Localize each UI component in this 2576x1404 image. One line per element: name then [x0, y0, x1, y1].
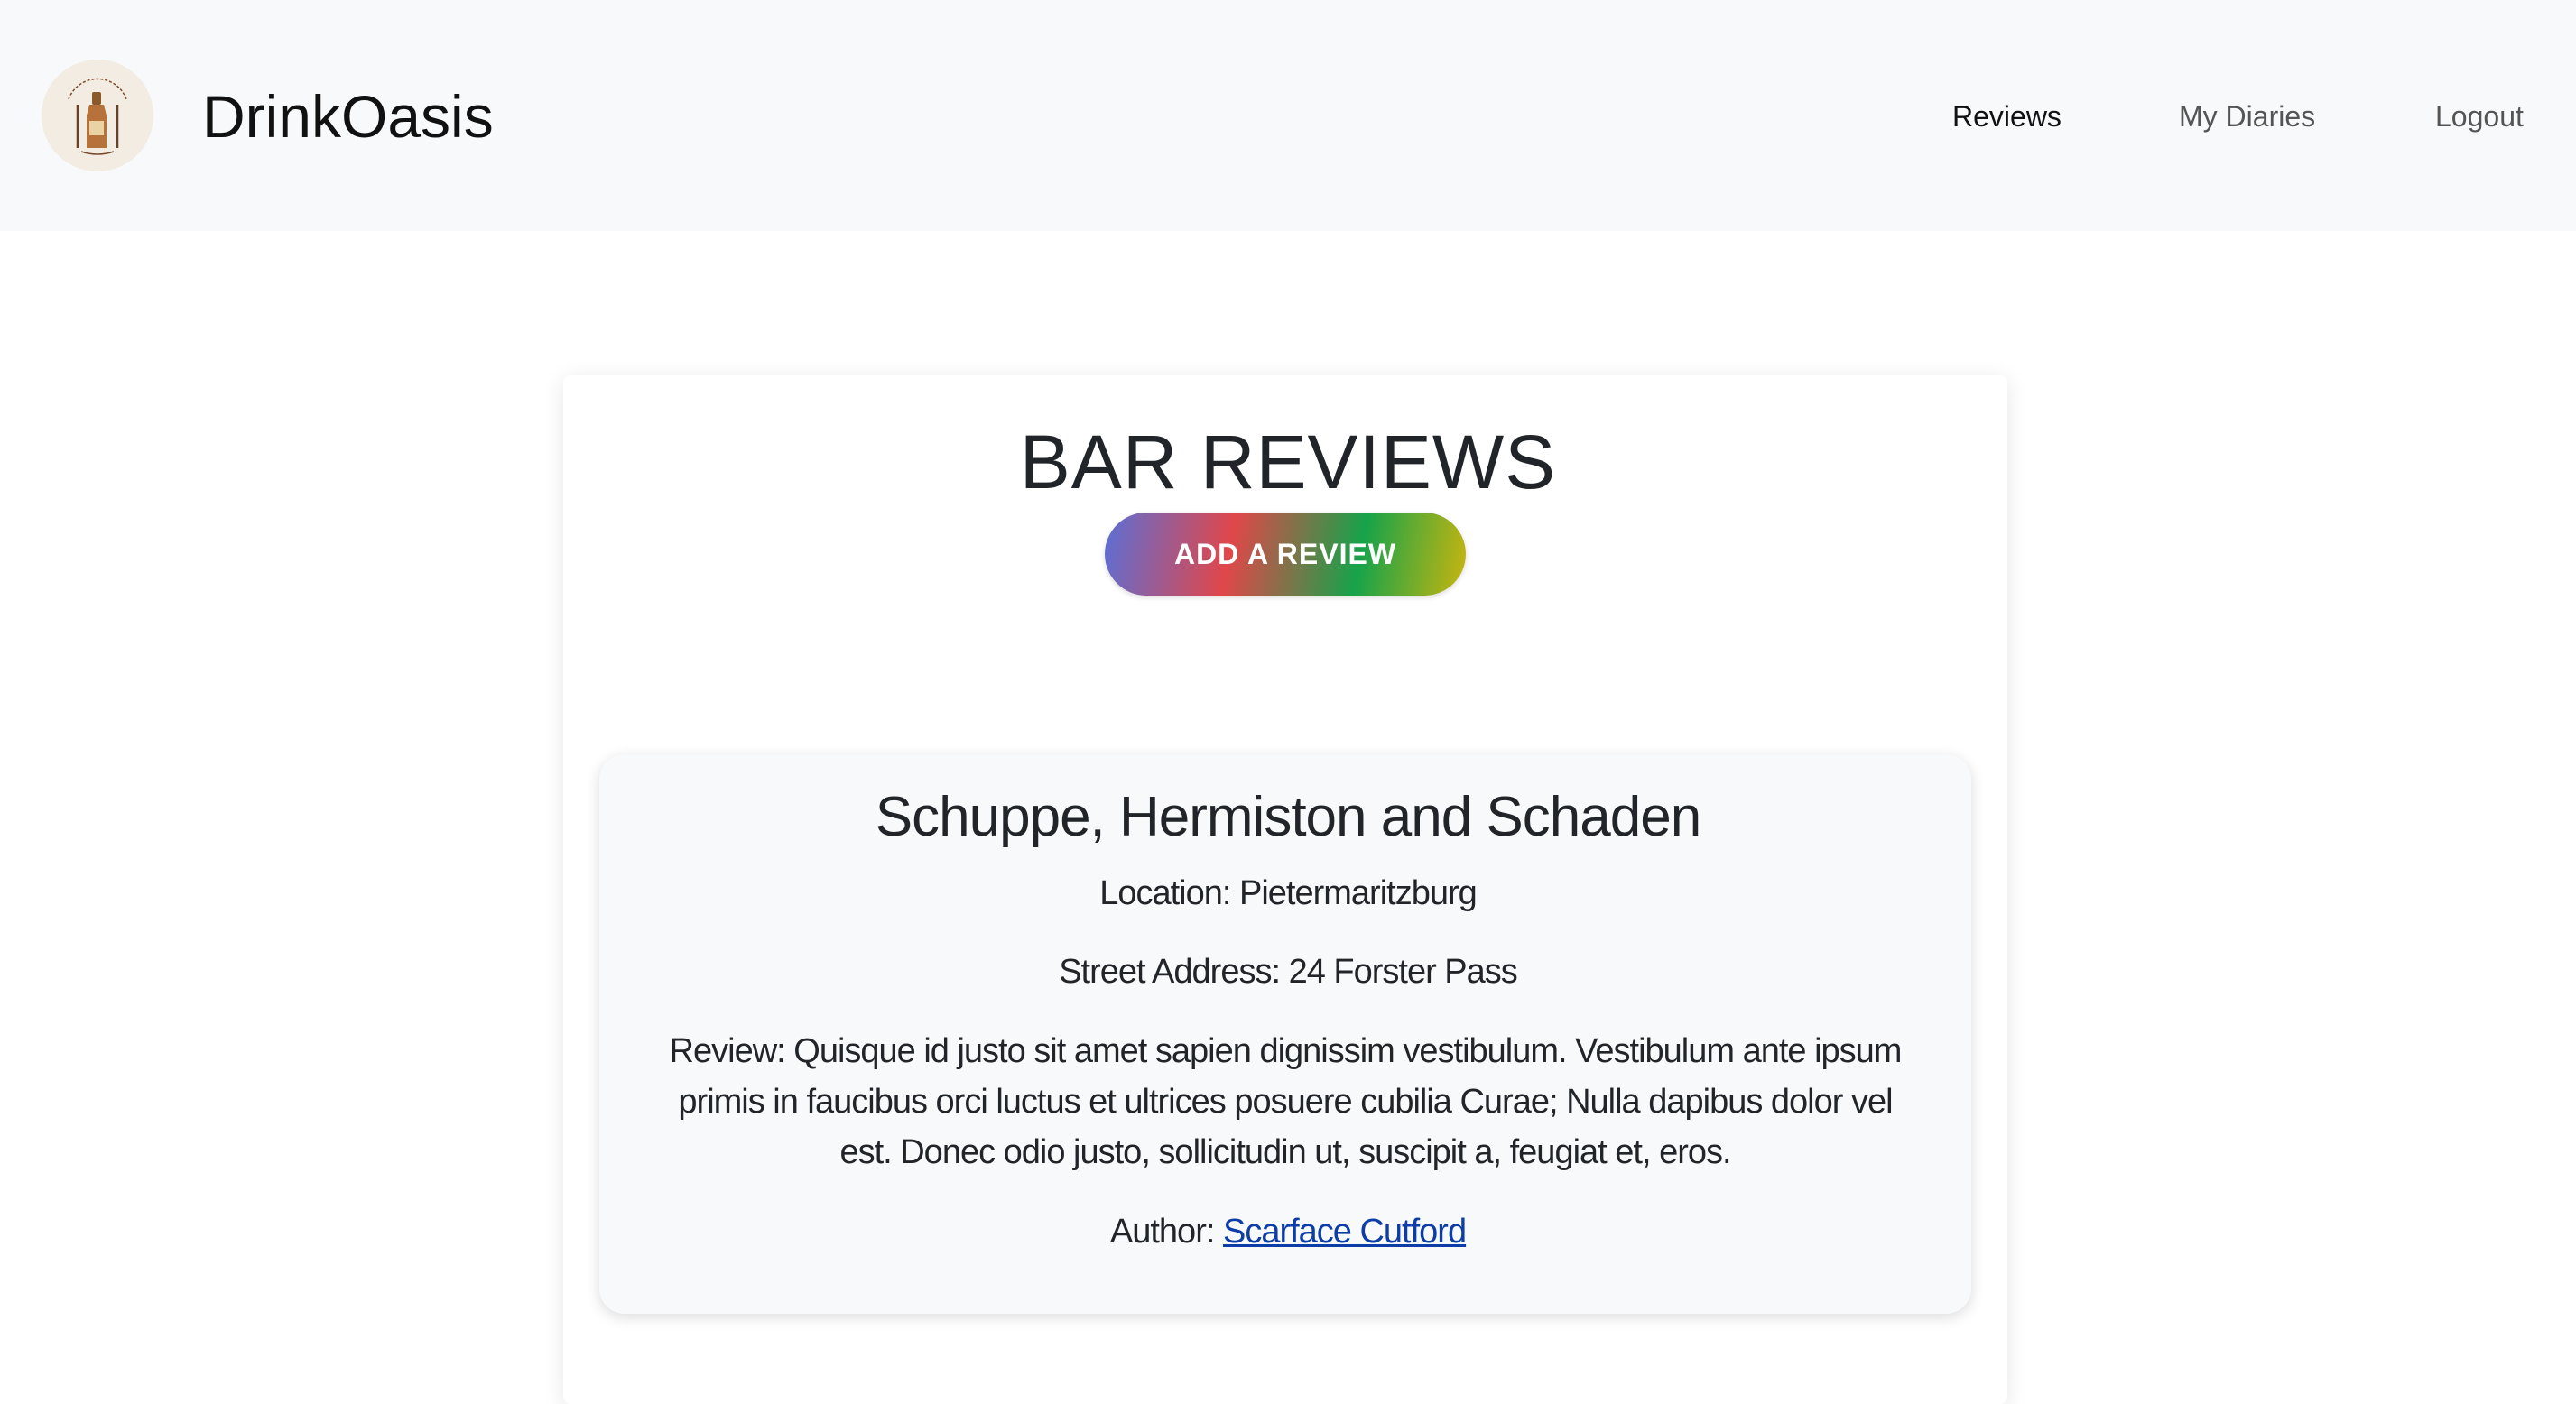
nav-link-reviews[interactable]: Reviews — [1952, 97, 2062, 135]
review-author: Author: Scarface Cutford — [0, 1206, 2576, 1257]
nav-link-my-diaries[interactable]: My Diaries — [2179, 97, 2315, 135]
review-text: Review: Quisque id justo sit amet sapien… — [669, 1032, 1903, 1171]
navbar: DrinkOasis Reviews My Diaries Logout — [0, 0, 2576, 231]
review-location: Location: Pietermaritzburg — [1099, 874, 1478, 912]
drinkoasis-bottle-logo-icon[interactable] — [42, 60, 153, 171]
review-street-address: Street Address: 24 Forster Pass — [1059, 953, 1518, 991]
author-label: Author: — [1109, 1213, 1223, 1251]
bar-name: Schuppe, Hermiston and Schaden — [875, 786, 1701, 848]
brand-name[interactable]: DrinkOasis — [202, 78, 494, 155]
nav-link-logout[interactable]: Logout — [2435, 97, 2524, 135]
add-review-button[interactable]: ADD A REVIEW — [1105, 513, 1466, 596]
author-link[interactable]: Scarface Cutford — [1223, 1213, 1467, 1251]
page-title: BAR REVIEWS — [1019, 420, 1557, 504]
